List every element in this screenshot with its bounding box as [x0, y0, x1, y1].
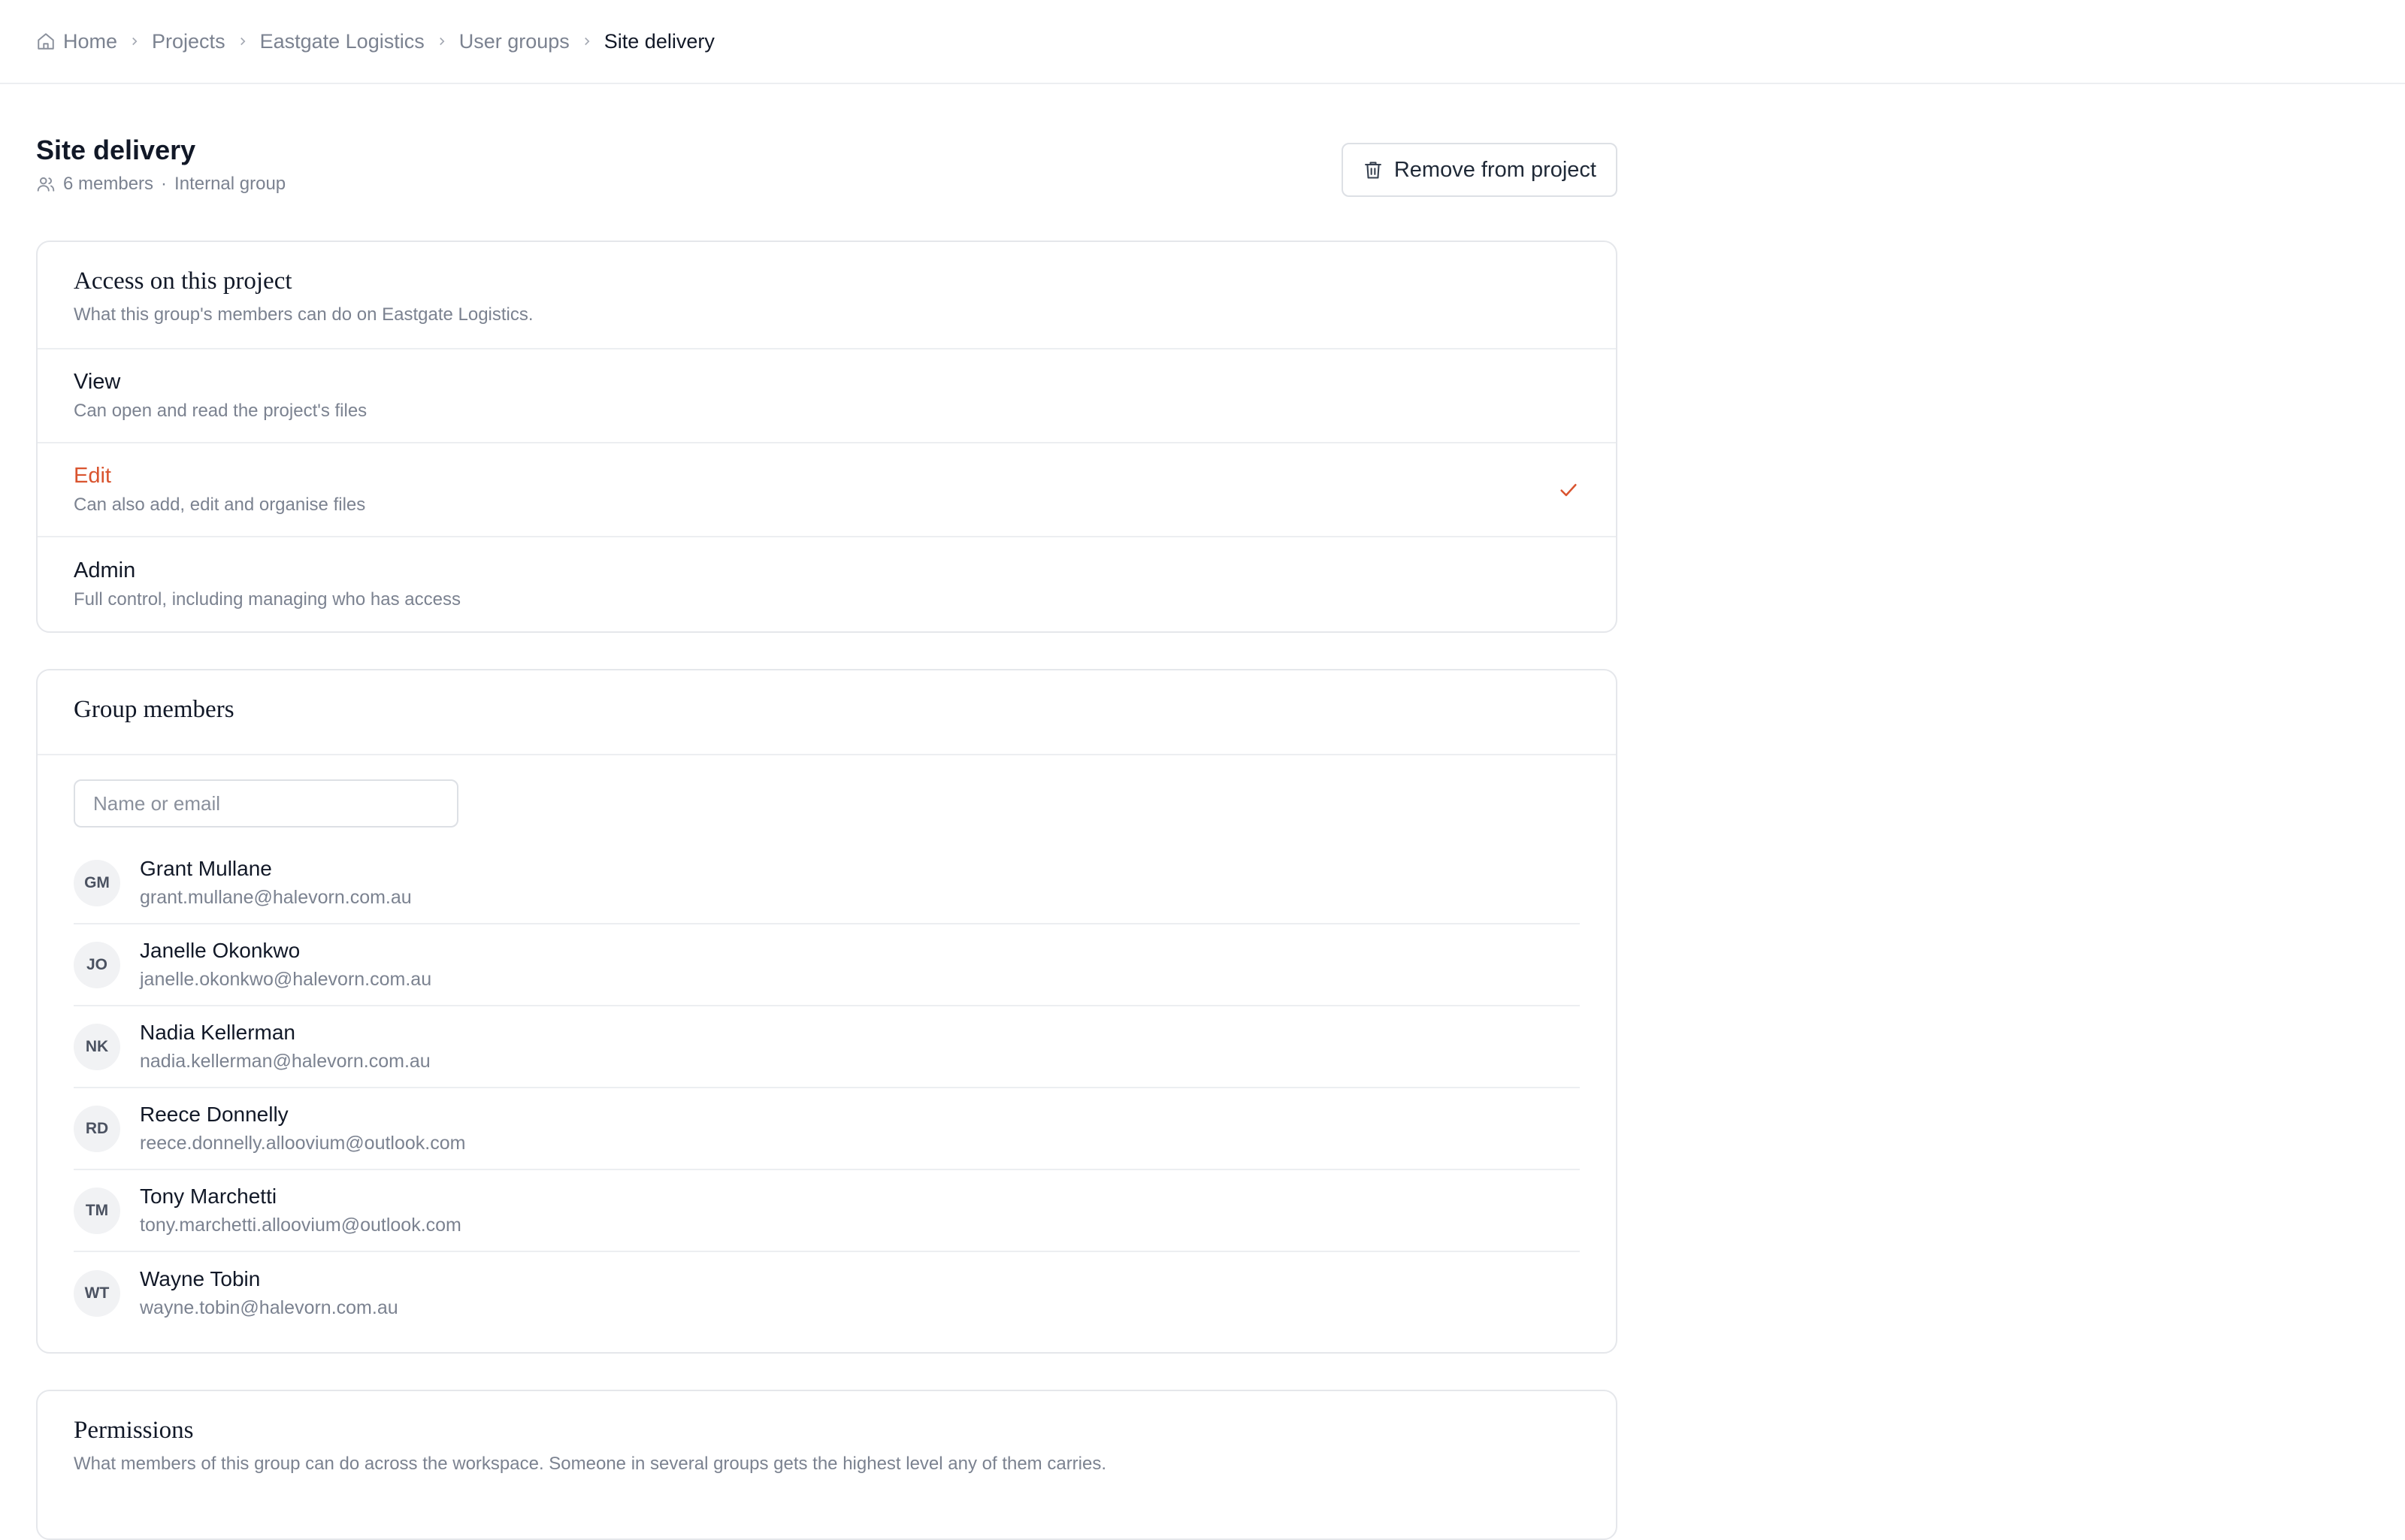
access-card: Access on this project What this group's… — [36, 241, 1617, 633]
member-email: wayne.tobin@halevorn.com.au — [140, 1297, 398, 1318]
member-name: Janelle Okonkwo — [140, 939, 301, 962]
access-option-desc: Can open and read the project's files — [74, 401, 368, 421]
top-bar: Home Projects Eastgate Logistics User gr… — [0, 0, 2405, 84]
member-email: tony.marchetti.alloovium@outlook.com — [140, 1215, 461, 1236]
members-title: Group members — [74, 696, 234, 723]
member-row[interactable]: GM Grant Mullane grant.mullane@halevorn.… — [74, 843, 1580, 924]
permissions-card: Permissions What members of this group c… — [36, 1390, 1617, 1540]
access-option-label: Admin — [74, 558, 136, 582]
member-info: Nadia Kellerman nadia.kellerman@halevorn… — [140, 1021, 431, 1073]
member-email: grant.mullane@halevorn.com.au — [140, 887, 412, 908]
access-option-text: Admin Full control, including managing w… — [74, 558, 461, 610]
access-title: Access on this project — [74, 268, 292, 295]
member-info: Wayne Tobin wayne.tobin@halevorn.com.au — [140, 1267, 398, 1319]
breadcrumb-home-label: Home — [63, 29, 118, 53]
members-card-header: Group members — [38, 670, 1616, 755]
chevron-right-icon — [236, 35, 250, 48]
check-icon — [1557, 479, 1580, 501]
member-row[interactable]: NK Nadia Kellerman nadia.kellerman@halev… — [74, 1006, 1580, 1088]
page-header-text: Site delivery 6 members · Internal group — [36, 134, 286, 195]
avatar: GM — [74, 859, 120, 906]
main-content: Site delivery 6 members · Internal group… — [36, 134, 1617, 1540]
member-info: Janelle Okonkwo janelle.okonkwo@halevorn… — [140, 939, 431, 991]
access-subtitle: What this group's members can do on East… — [74, 304, 534, 325]
breadcrumb-current: Site delivery — [604, 29, 715, 53]
permissions-title: Permissions — [74, 1417, 194, 1444]
member-name: Wayne Tobin — [140, 1267, 261, 1290]
access-option-desc: Can also add, edit and organise files — [74, 495, 366, 515]
member-row[interactable]: WT Wayne Tobin wayne.tobin@halevorn.com.… — [74, 1252, 1580, 1334]
access-option-edit[interactable]: Edit Can also add, edit and organise fil… — [38, 443, 1616, 537]
member-email: nadia.kellerman@halevorn.com.au — [140, 1051, 431, 1072]
member-search-input[interactable] — [74, 779, 458, 827]
chevron-right-icon — [580, 35, 594, 48]
access-option-text: View Can open and read the project's fil… — [74, 370, 367, 422]
permissions-subtitle: What members of this group can do across… — [74, 1454, 1107, 1474]
group-type: Internal group — [174, 174, 286, 195]
members-card: Group members GM Grant Mullane grant.mul… — [36, 669, 1617, 1354]
member-name: Reece Donnelly — [140, 1103, 289, 1126]
breadcrumb-home[interactable]: Home — [36, 30, 117, 53]
member-info: Tony Marchetti tony.marchetti.alloovium@… — [140, 1184, 461, 1236]
remove-from-project-label: Remove from project — [1393, 157, 1596, 182]
member-list: GM Grant Mullane grant.mullane@halevorn.… — [74, 843, 1580, 1334]
members-body: GM Grant Mullane grant.mullane@halevorn.… — [38, 755, 1616, 1352]
access-option-view[interactable]: View Can open and read the project's fil… — [38, 349, 1616, 443]
trash-icon — [1363, 159, 1384, 180]
member-info: Reece Donnelly reece.donnelly.alloovium@… — [140, 1103, 465, 1154]
breadcrumb-user-groups[interactable]: User groups — [459, 30, 570, 53]
access-option-label: View — [74, 370, 121, 394]
member-info: Grant Mullane grant.mullane@halevorn.com… — [140, 857, 412, 909]
member-name: Grant Mullane — [140, 857, 272, 880]
member-row[interactable]: RD Reece Donnelly reece.donnelly.alloovi… — [74, 1088, 1580, 1170]
member-name: Tony Marchetti — [140, 1184, 277, 1208]
breadcrumb-project[interactable]: Eastgate Logistics — [260, 30, 425, 53]
members-count: 6 members — [63, 174, 154, 195]
users-icon — [36, 174, 56, 194]
member-row[interactable]: JO Janelle Okonkwo janelle.okonkwo@halev… — [74, 924, 1580, 1006]
access-option-text: Edit Can also add, edit and organise fil… — [74, 464, 365, 516]
chevron-right-icon — [435, 35, 449, 48]
breadcrumb: Home Projects Eastgate Logistics User gr… — [36, 30, 715, 53]
access-card-header: Access on this project What this group's… — [38, 242, 1616, 349]
chevron-right-icon — [128, 35, 141, 48]
avatar: JO — [74, 941, 120, 988]
avatar: NK — [74, 1023, 120, 1070]
group-meta: 6 members · Internal group — [36, 174, 286, 195]
access-option-desc: Full control, including managing who has… — [74, 589, 461, 610]
access-option-label: Edit — [74, 464, 111, 488]
meta-separator: · — [161, 174, 168, 195]
page-header: Site delivery 6 members · Internal group… — [36, 134, 1617, 201]
breadcrumb-projects[interactable]: Projects — [152, 30, 225, 53]
remove-from-project-button[interactable]: Remove from project — [1341, 143, 1617, 197]
member-email: reece.donnelly.alloovium@outlook.com — [140, 1133, 466, 1154]
page-title: Site delivery — [36, 135, 196, 165]
access-option-admin[interactable]: Admin Full control, including managing w… — [38, 537, 1616, 631]
avatar: RD — [74, 1105, 120, 1152]
avatar: TM — [74, 1187, 120, 1234]
permissions-card-header: Permissions What members of this group c… — [38, 1391, 1616, 1497]
member-email: janelle.okonkwo@halevorn.com.au — [140, 969, 432, 990]
member-name: Nadia Kellerman — [140, 1021, 295, 1044]
avatar: WT — [74, 1269, 120, 1317]
member-row[interactable]: TM Tony Marchetti tony.marchetti.alloovi… — [74, 1170, 1580, 1252]
home-icon — [36, 32, 56, 51]
